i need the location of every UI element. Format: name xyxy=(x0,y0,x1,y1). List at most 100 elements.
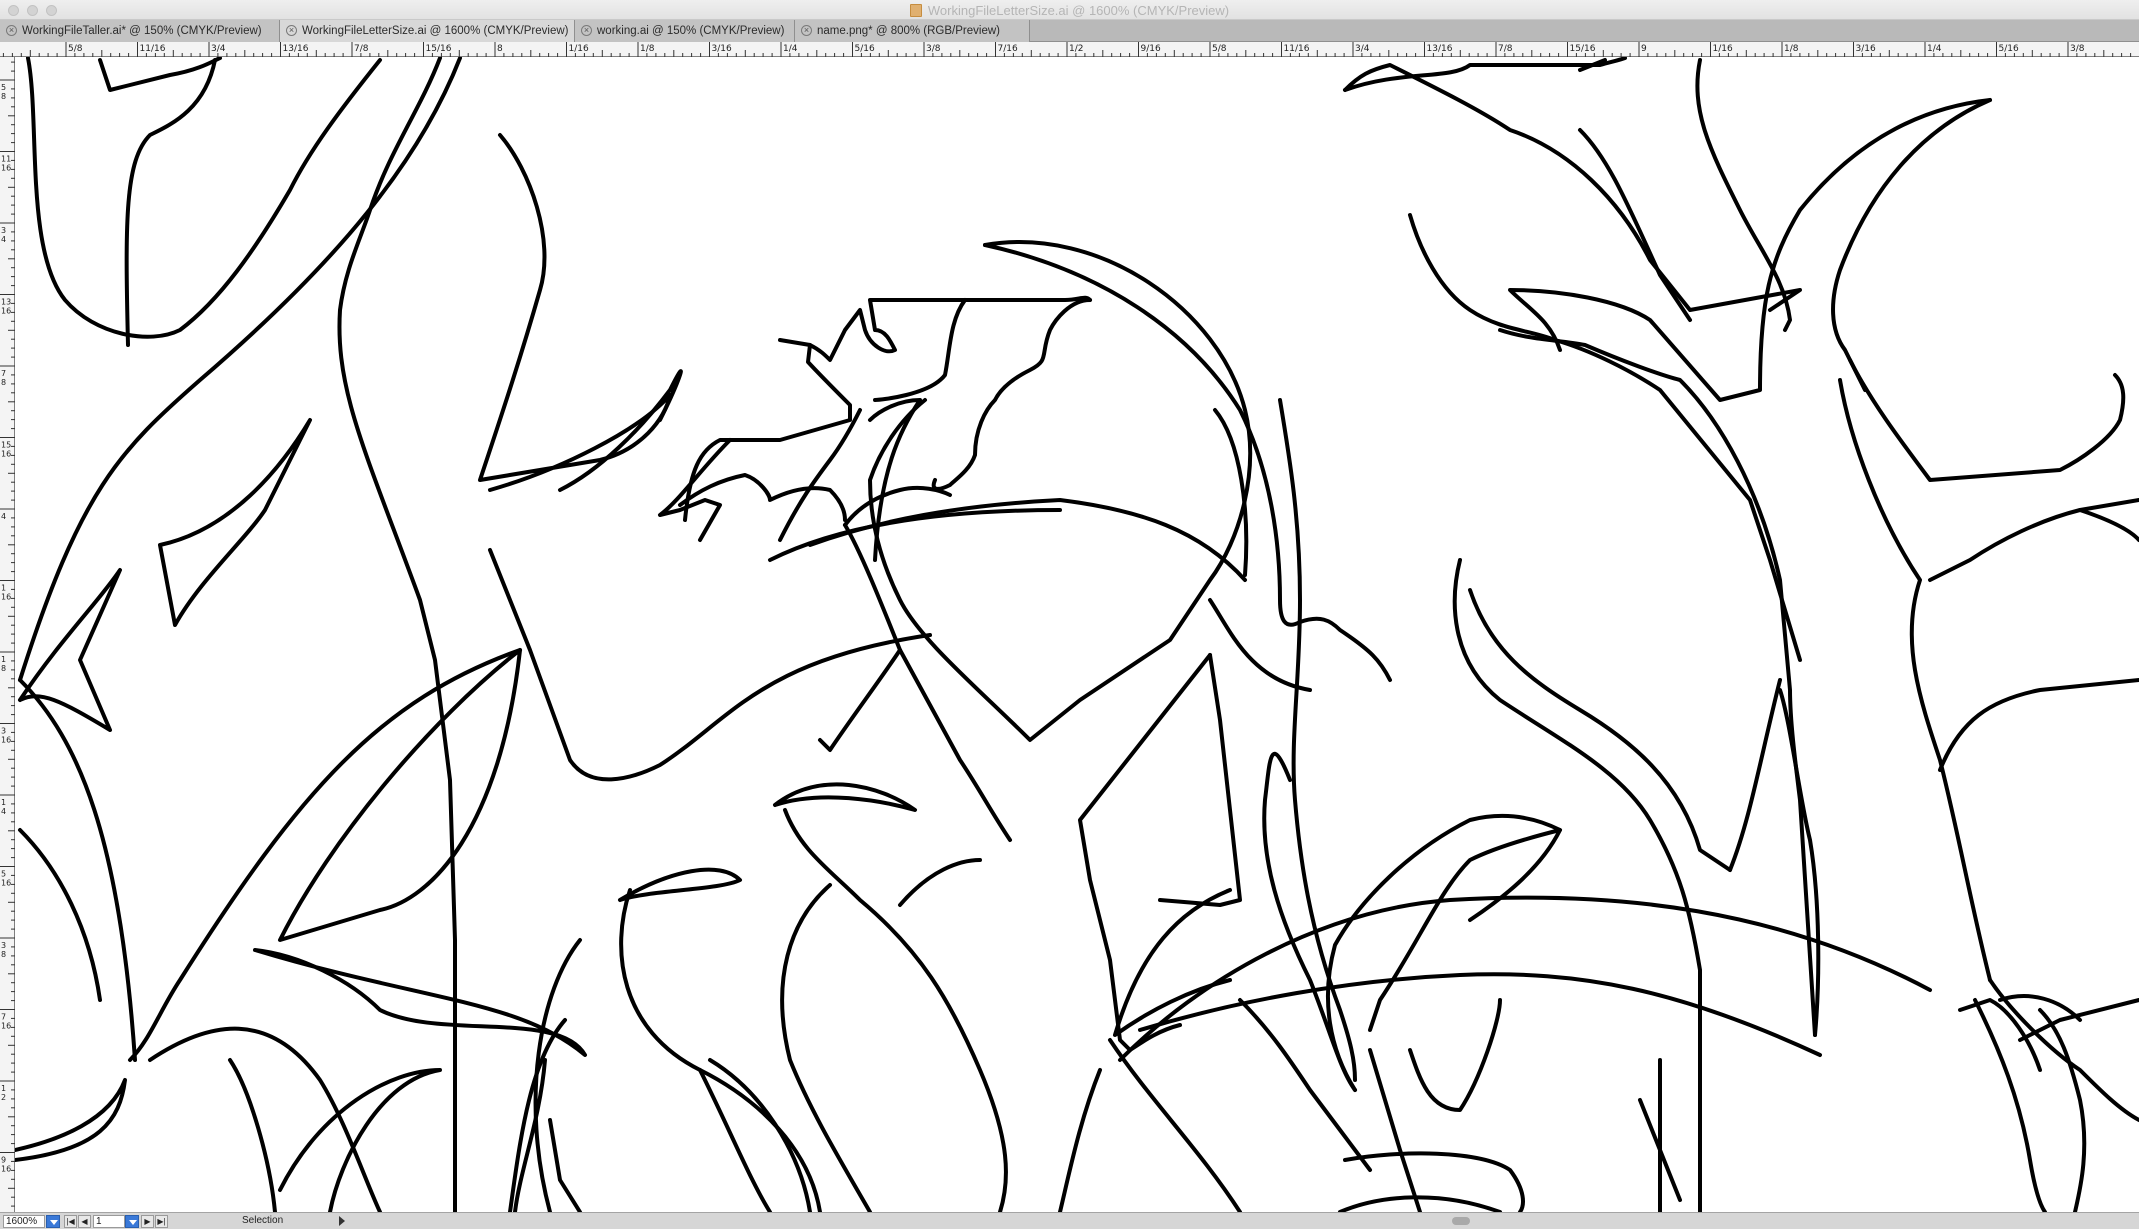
ruler-label: 9/16 xyxy=(1141,44,1161,54)
ruler-label: 5/16 xyxy=(1999,44,2019,54)
ruler-label: 8 xyxy=(1,378,6,387)
ruler-label: 16 xyxy=(1,307,11,316)
vine-path xyxy=(1831,98,1992,392)
ruler-label: 15/16 xyxy=(426,44,452,54)
artboard-number-field[interactable]: 1 xyxy=(93,1215,125,1228)
ruler-label: 3/4 xyxy=(1355,44,1370,54)
tab-working[interactable]: × working.ai @ 150% (CMYK/Preview) xyxy=(575,20,795,42)
tab-label: WorkingFileTaller.ai* @ 150% (CMYK/Previ… xyxy=(22,25,262,37)
horizontal-scrollbar-thumb[interactable] xyxy=(1452,1217,1470,1225)
zoom-field[interactable]: 1600% xyxy=(3,1215,45,1228)
vine-path xyxy=(1343,57,1627,92)
ruler-label: 5 xyxy=(1,870,6,879)
ruler-label: 1/4 xyxy=(1927,44,1942,54)
moon-shape xyxy=(1213,408,1249,577)
ruler-label: 5/8 xyxy=(1212,44,1227,54)
window-title: WorkingFileLetterSize.ai @ 1600% (CMYK/P… xyxy=(0,3,2139,18)
ruler-label: 13/16 xyxy=(283,44,309,54)
ruler-label: 8 xyxy=(1,92,6,101)
ruler-label: 8 xyxy=(1,664,6,673)
ruler-label: 1/2 xyxy=(1069,44,1083,54)
status-menu-arrow-icon[interactable] xyxy=(339,1216,345,1226)
tab-workingfiletaller[interactable]: × WorkingFileTaller.ai* @ 150% (CMYK/Pre… xyxy=(0,20,280,42)
close-icon[interactable]: × xyxy=(6,25,17,36)
first-artboard-button[interactable]: |◀ xyxy=(64,1215,77,1228)
close-icon[interactable]: × xyxy=(286,25,297,36)
ruler-label: 3 xyxy=(1,941,6,950)
vine-path xyxy=(1938,678,2139,772)
vine-path xyxy=(15,1078,127,1162)
ruler-label: 3/16 xyxy=(1856,44,1876,54)
horizontal-ruler[interactable]: 5/8 11/16 3/4 13/16 7/8 15/16 8 1/16 1/8 3/16 1/4 5… xyxy=(0,42,2139,57)
ruler-label: 3/4 xyxy=(211,44,226,54)
next-artboard-button[interactable]: ▶ xyxy=(141,1215,154,1228)
ruler-label: 16 xyxy=(1,1022,11,1031)
vine-path xyxy=(1278,398,1357,1082)
bat-silhouette xyxy=(931,298,1092,491)
vine-path xyxy=(128,648,522,1062)
vine-path xyxy=(478,133,672,492)
artboard-canvas[interactable] xyxy=(15,57,2139,1212)
vine-path xyxy=(1138,972,1822,1057)
close-icon[interactable]: × xyxy=(801,25,812,36)
vine-path xyxy=(124,58,217,347)
ruler-label: 9 xyxy=(1,1156,6,1165)
chevron-down-icon[interactable] xyxy=(125,1215,139,1228)
ruler-label: 4 xyxy=(1,807,6,816)
ruler-label: 11/16 xyxy=(1284,44,1310,54)
vine-path xyxy=(619,888,822,1212)
vine-path xyxy=(1368,1048,1422,1212)
vine-path xyxy=(1848,358,2126,482)
vine-path xyxy=(1158,653,1242,907)
ruler-label: 1/8 xyxy=(1784,44,1799,54)
ruler-label: 11/16 xyxy=(140,44,166,54)
bat-silhouette xyxy=(678,473,847,522)
vine-path xyxy=(783,808,1008,1212)
vine-path xyxy=(1452,558,1702,1212)
window-title-text: WorkingFileLetterSize.ai @ 1600% (CMYK/P… xyxy=(927,3,1230,18)
document-icon xyxy=(909,4,922,17)
ruler-label: 1 xyxy=(1,584,6,593)
vine-path xyxy=(253,948,587,1057)
tab-label: working.ai @ 150% (CMYK/Preview) xyxy=(597,25,785,37)
ruler-label: 7/8 xyxy=(354,44,369,54)
ruler-label: 7 xyxy=(1,369,6,378)
ruler-label: 16 xyxy=(1,1165,11,1174)
close-icon[interactable]: × xyxy=(581,25,592,36)
tab-name-png[interactable]: × name.png* @ 800% (RGB/Preview) xyxy=(795,20,1030,42)
vine-path xyxy=(18,828,102,1002)
ruler-label: 3/8 xyxy=(2070,44,2085,54)
vine-path xyxy=(1468,588,1732,872)
vine-path xyxy=(278,648,522,942)
ruler-label: 1 xyxy=(1,798,6,807)
vine-path xyxy=(1695,58,1792,332)
vine-path xyxy=(773,782,917,812)
tab-label: WorkingFileLetterSize.ai @ 1600% (CMYK/P… xyxy=(302,25,569,37)
line-artwork[interactable] xyxy=(15,57,2139,1212)
ruler-label: 3 xyxy=(1,226,6,235)
vine-path xyxy=(1928,498,2139,582)
ruler-label: 1 xyxy=(1,1084,6,1093)
vine-path xyxy=(1208,598,1312,692)
vertical-ruler[interactable]: 5 8 11 16 3 4 13 16 7 8 15 16 4 1 16 1 8 3 16 1 4 5 16 3 8 7 16 1 2 9… xyxy=(0,57,15,1212)
ruler-label: 11 xyxy=(1,155,11,164)
vine-path xyxy=(337,57,457,1212)
ruler-label: 1/4 xyxy=(783,44,798,54)
ruler-label: 3 xyxy=(1,727,6,736)
ruler-label: 16 xyxy=(1,879,11,888)
last-artboard-button[interactable]: ▶| xyxy=(155,1215,168,1228)
tab-workingfilelettersize[interactable]: × WorkingFileLetterSize.ai @ 1600% (CMYK… xyxy=(280,20,575,42)
ruler-label: 8 xyxy=(1,950,6,959)
vine-path xyxy=(1728,678,1782,872)
previous-artboard-button[interactable]: ◀ xyxy=(78,1215,91,1228)
chevron-down-icon[interactable] xyxy=(46,1215,60,1228)
ruler-label: 2 xyxy=(1,1093,6,1102)
bat-silhouette xyxy=(658,438,732,542)
ruler-label: 16 xyxy=(1,736,11,745)
vine-path xyxy=(1498,328,1817,1037)
vine-path xyxy=(1408,213,1802,662)
ruler-label: 15/16 xyxy=(1570,44,1596,54)
ruler-label: 8 xyxy=(497,44,503,54)
status-bar: 1600% |◀ ◀ 1 ▶ ▶| Selection xyxy=(0,1212,2139,1229)
moon-shape xyxy=(768,508,1062,562)
